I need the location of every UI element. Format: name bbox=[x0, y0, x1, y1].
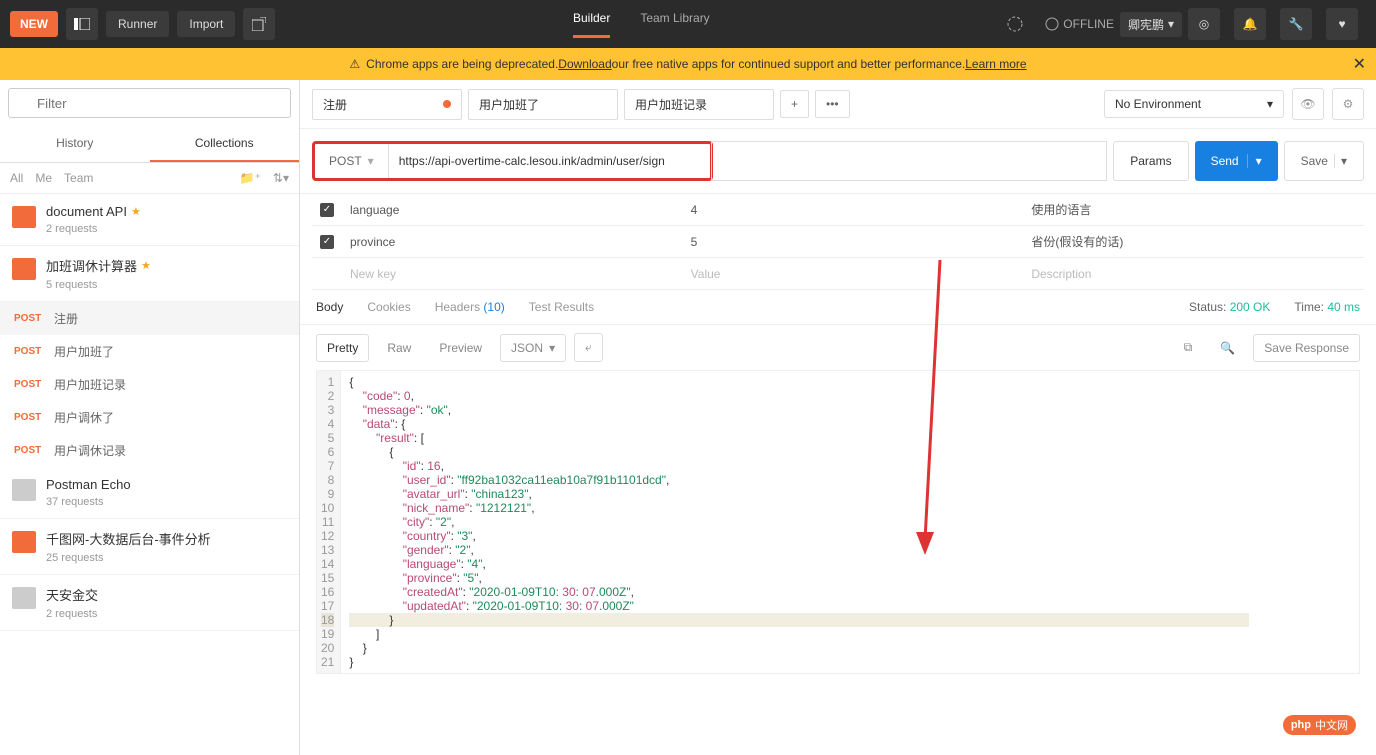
request-item[interactable]: POST注册 bbox=[0, 302, 299, 335]
param-row[interactable]: ✓ province 5 省份(假设有的话) bbox=[312, 226, 1364, 258]
chevron-down-icon: ▾ bbox=[1267, 97, 1273, 111]
collection-item[interactable]: document API ★2 requests bbox=[0, 194, 299, 246]
offline-status: OFFLINE bbox=[1045, 17, 1114, 31]
warning-icon: ⚠ bbox=[349, 57, 360, 71]
gear-icon[interactable]: ⚙ bbox=[1332, 88, 1364, 120]
runner-button[interactable]: Runner bbox=[106, 11, 169, 37]
sidebar: 🔍 History Collections All Me Team 📁⁺ ⇅▾ … bbox=[0, 80, 300, 755]
banner-text: Chrome apps are being deprecated. bbox=[366, 57, 558, 71]
new-folder-icon[interactable]: 📁⁺ bbox=[240, 171, 261, 185]
preview-mode[interactable]: Preview bbox=[429, 335, 492, 361]
request-item[interactable]: POST用户加班记录 bbox=[0, 368, 299, 401]
url-input[interactable]: https://api-overtime-calc.lesou.ink/admi… bbox=[389, 154, 710, 168]
php-logo-badge: php 中文网 bbox=[1283, 715, 1356, 735]
request-item[interactable]: POST用户加班了 bbox=[0, 335, 299, 368]
format-select[interactable]: JSON▾ bbox=[500, 334, 566, 362]
banner-text-2: our free native apps for continued suppo… bbox=[612, 57, 966, 71]
chevron-down-icon: ▾ bbox=[1247, 154, 1262, 168]
import-button[interactable]: Import bbox=[177, 11, 235, 37]
response-time: Time: 40 ms bbox=[1294, 300, 1360, 314]
body-tab[interactable]: Body bbox=[316, 300, 343, 314]
filter-all[interactable]: All bbox=[10, 171, 23, 185]
request-item[interactable]: POST用户调休记录 bbox=[0, 434, 299, 467]
chevron-down-icon: ▾ bbox=[368, 154, 374, 168]
response-body: 123456789101112131415161718192021 { "cod… bbox=[316, 370, 1360, 674]
folder-icon bbox=[12, 206, 36, 228]
new-window-icon[interactable] bbox=[243, 8, 275, 40]
wrap-icon[interactable]: ⤶ bbox=[574, 333, 603, 362]
url-bar-highlighted: POST▾ https://api-overtime-calc.lesou.in… bbox=[312, 141, 713, 181]
environment-select[interactable]: No Environment▾ bbox=[1104, 90, 1284, 118]
star-icon: ★ bbox=[141, 259, 151, 272]
top-toolbar: NEW Runner Import Builder Team Library O… bbox=[0, 0, 1376, 48]
tab-menu-button[interactable]: ••• bbox=[815, 90, 850, 118]
pretty-mode[interactable]: Pretty bbox=[316, 334, 369, 362]
sidebar-toggle-icon[interactable] bbox=[66, 8, 98, 40]
eye-icon[interactable]: 👁 bbox=[1292, 88, 1324, 120]
request-tab[interactable]: 用户加班了 bbox=[468, 89, 618, 120]
close-icon[interactable]: ✕ bbox=[1353, 54, 1366, 74]
folder-icon bbox=[12, 587, 36, 609]
chevron-down-icon: ▾ bbox=[1168, 17, 1174, 31]
folder-icon bbox=[12, 258, 36, 280]
tests-tab[interactable]: Test Results bbox=[529, 300, 594, 314]
sync-icon[interactable] bbox=[999, 8, 1031, 40]
cookies-tab[interactable]: Cookies bbox=[367, 300, 410, 314]
collection-item[interactable]: 天安金交2 requests bbox=[0, 575, 299, 631]
copy-icon[interactable]: ⧉ bbox=[1174, 334, 1203, 361]
global-icon[interactable]: ◎ bbox=[1188, 8, 1220, 40]
params-button[interactable]: Params bbox=[1113, 141, 1188, 181]
new-button[interactable]: NEW bbox=[10, 11, 58, 37]
user-menu[interactable]: 卿宪鹏▾ bbox=[1120, 12, 1182, 37]
deprecation-banner: ⚠ Chrome apps are being deprecated. Down… bbox=[0, 48, 1376, 80]
param-row[interactable]: ✓ language 4 使用的语言 bbox=[312, 194, 1364, 226]
heart-icon[interactable]: ♥ bbox=[1326, 8, 1358, 40]
collection-item[interactable]: Postman Echo37 requests bbox=[0, 467, 299, 519]
request-item[interactable]: POST用户调休了 bbox=[0, 401, 299, 434]
collections-tab[interactable]: Collections bbox=[150, 126, 300, 162]
search-response-icon[interactable]: 🔍 bbox=[1210, 335, 1245, 361]
learn-more-link[interactable]: Learn more bbox=[965, 57, 1026, 71]
response-status: Status: 200 OK bbox=[1189, 300, 1270, 314]
download-link[interactable]: Download bbox=[558, 57, 611, 71]
filter-input[interactable] bbox=[8, 88, 291, 118]
param-row-new[interactable]: New key Value Description bbox=[312, 258, 1364, 290]
team-library-tab[interactable]: Team Library bbox=[640, 11, 709, 38]
request-tab[interactable]: 用户加班记录 bbox=[624, 89, 774, 120]
sort-icon[interactable]: ⇅▾ bbox=[273, 171, 289, 185]
url-input-extension[interactable] bbox=[711, 141, 1108, 181]
headers-tab[interactable]: Headers (10) bbox=[435, 300, 505, 314]
folder-icon bbox=[12, 479, 36, 501]
history-tab[interactable]: History bbox=[0, 126, 150, 162]
filter-me[interactable]: Me bbox=[35, 171, 52, 185]
checkbox-checked[interactable]: ✓ bbox=[320, 235, 334, 249]
chevron-down-icon: ▾ bbox=[549, 341, 555, 355]
checkbox-checked[interactable]: ✓ bbox=[320, 203, 334, 217]
collection-item[interactable]: 千图网-大数据后台-事件分析25 requests bbox=[0, 519, 299, 575]
new-tab-button[interactable]: + bbox=[780, 90, 809, 118]
send-button[interactable]: Send▾ bbox=[1195, 141, 1278, 181]
star-icon: ★ bbox=[131, 205, 141, 218]
chevron-down-icon: ▾ bbox=[1334, 154, 1347, 168]
save-button[interactable]: Save▾ bbox=[1284, 141, 1364, 181]
bell-icon[interactable]: 🔔 bbox=[1234, 8, 1266, 40]
folder-icon bbox=[12, 531, 36, 553]
raw-mode[interactable]: Raw bbox=[377, 335, 421, 361]
method-select[interactable]: POST▾ bbox=[315, 144, 389, 178]
filter-team[interactable]: Team bbox=[64, 171, 93, 185]
main-panel: 注册 用户加班了 用户加班记录 + ••• No Environment▾ 👁 … bbox=[300, 80, 1376, 755]
save-response-button[interactable]: Save Response bbox=[1253, 334, 1360, 362]
request-tab[interactable]: 注册 bbox=[312, 89, 462, 120]
unsaved-dot-icon bbox=[443, 100, 451, 108]
collection-item[interactable]: 加班调休计算器 ★5 requests bbox=[0, 246, 299, 302]
cloud-icon bbox=[1045, 17, 1059, 31]
wrench-icon[interactable]: 🔧 bbox=[1280, 8, 1312, 40]
builder-tab[interactable]: Builder bbox=[573, 11, 610, 38]
